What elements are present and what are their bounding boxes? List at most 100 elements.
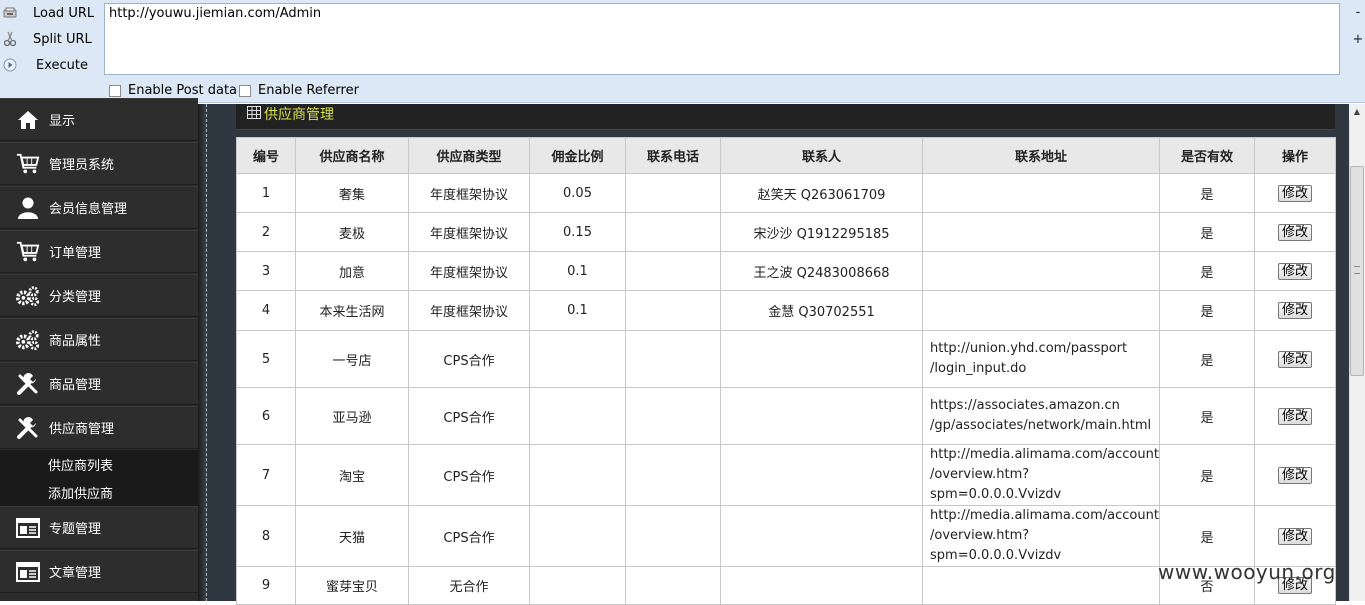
url-input[interactable]: http://youwu.jiemian.com/Admin [104,3,1340,75]
gears-icon [16,328,40,352]
cell-name: 亚马逊 [295,387,409,445]
sidebar-item-display[interactable]: 显示 [0,98,198,141]
sidebar-item-label: 会员信息管理 [49,202,128,217]
load-url-icon [3,6,17,20]
dashed-divider [206,104,208,601]
load-url-button[interactable]: Load URL [0,1,100,25]
panel-header: 供应商管理 [236,104,1335,130]
wrench-icon [16,372,40,396]
window-icon [16,516,40,540]
play-icon [3,58,17,72]
edit-button[interactable]: 修改 [1277,184,1312,202]
address-line: /gp/associates/network/main.html [930,418,1152,433]
cell-name: 蜜芽宝贝 [295,566,409,605]
cell-action: 修改 [1254,173,1336,213]
cell-rate: 0.1 [529,290,626,331]
cell-type: 年度框架协议 [408,212,530,252]
scrollbar-grip [1354,266,1360,274]
cell-action: 修改 [1254,290,1336,331]
supplier-submenu: 供应商列表 添加供应商 [0,450,198,506]
cell-id: 4 [236,290,296,331]
sidebar-item-articles[interactable]: 文章管理 [0,550,198,593]
cell-address: http://media.alimama.com/account/overvie… [922,505,1160,567]
cell-valid: 是 [1159,330,1255,388]
hackbar-toolbar: Load URL Split URL Execute http://youwu.… [0,0,1365,103]
cell-rate [529,505,626,567]
sidebar-item-products[interactable]: 商品管理 [0,362,198,405]
cell-contact [720,387,923,445]
sidebar: 显示 管理员系统 会员信息管理 订单管理 分类管理 商品属性 商品管理 供应商管… [0,98,198,601]
cell-phone [625,290,721,331]
cell-valid: 是 [1159,444,1255,506]
sidebar-item-label: 供应商管理 [49,422,115,437]
address-line: /overview.htm?spm=0.0.0.0.Vvizdv [930,467,1062,502]
column-header-valid: 是否有效 [1159,137,1255,174]
sidebar-item-attributes[interactable]: 商品属性 [0,318,198,361]
cell-action: 修改 [1254,387,1336,445]
sidebar-item-label: 商品属性 [49,334,102,349]
cell-name: 本来生活网 [295,290,409,331]
cell-rate: 0.15 [529,212,626,252]
cell-contact [720,566,923,605]
expand-button[interactable]: + [1352,32,1364,47]
scroll-up-arrow-icon[interactable]: ▲ [1349,104,1365,120]
submenu-supplier-list[interactable]: 供应商列表 [48,455,113,474]
table-row: 4 本来生活网 年度框架协议 0.1 金慧 Q30702551 是 修改 [236,290,1336,331]
checkbox-box[interactable] [239,84,251,97]
enable-referrer-label: Enable Referrer [258,83,359,98]
sidebar-item-members[interactable]: 会员信息管理 [0,186,198,229]
cell-rate [529,566,626,605]
cell-address: https://associates.amazon.cn/gp/associat… [922,387,1160,445]
cell-action: 修改 [1254,251,1336,291]
wrench-icon [16,416,40,440]
cell-address [922,212,1160,252]
cell-type: CPS合作 [408,330,530,388]
enable-post-checkbox[interactable]: Enable Post data [109,83,237,98]
edit-button[interactable]: 修改 [1277,223,1312,241]
sidebar-item-topics[interactable]: 专题管理 [0,506,198,549]
table-row: 2 麦极 年度框架协议 0.15 宋沙沙 Q1912295185 是 修改 [236,212,1336,252]
edit-button[interactable]: 修改 [1277,527,1312,545]
cell-address [922,290,1160,331]
cell-action: 修改 [1254,505,1336,567]
edit-button[interactable]: 修改 [1277,466,1312,484]
sidebar-item-label: 专题管理 [49,522,102,537]
watermark: www.wooyun.org [1158,560,1336,584]
table-row: 1 奢集 年度框架协议 0.05 赵笑天 Q263061709 是 修改 [236,173,1336,213]
cell-name: 加意 [295,251,409,291]
shrink-button[interactable]: - [1352,5,1364,20]
cell-phone [625,387,721,445]
cell-phone [625,330,721,388]
table-row: 8 天猫 CPS合作 http://media.alimama.com/account… [236,505,1336,567]
column-header-rate: 佣金比例 [529,137,626,174]
checkbox-box[interactable] [109,84,121,97]
cell-rate [529,444,626,506]
execute-button[interactable]: Execute [0,53,100,77]
cell-id: 9 [236,566,296,605]
sidebar-item-label: 订单管理 [49,246,102,261]
edit-button[interactable]: 修改 [1277,350,1312,368]
cell-phone [625,444,721,506]
edit-button[interactable]: 修改 [1277,262,1312,280]
cell-contact: 赵笑天 Q263061709 [720,173,923,213]
cart-icon [16,152,40,176]
edit-button[interactable]: 修改 [1277,407,1312,425]
edit-button[interactable]: 修改 [1277,302,1312,319]
cell-name: 淘宝 [295,444,409,506]
enable-referrer-checkbox[interactable]: Enable Referrer [239,83,359,98]
column-header-id: 编号 [236,137,296,174]
sidebar-item-orders[interactable]: 订单管理 [0,230,198,273]
sidebar-item-categories[interactable]: 分类管理 [0,274,198,317]
cell-valid: 是 [1159,173,1255,213]
sidebar-item-suppliers[interactable]: 供应商管理 [0,406,198,449]
cell-address: http://media.alimama.com/account/overvie… [922,444,1160,506]
supplier-table: 编号 供应商名称 供应商类型 佣金比例 联系电话 联系人 联系地址 是否有效 操… [236,137,1336,605]
scissors-icon [3,31,17,47]
cell-address [922,566,1160,605]
sidebar-item-admin-system[interactable]: 管理员系统 [0,142,198,185]
split-url-button[interactable]: Split URL [0,27,100,51]
split-url-label: Split URL [33,31,92,47]
submenu-add-supplier[interactable]: 添加供应商 [48,483,113,502]
sidebar-divider [198,104,206,601]
cell-contact: 宋沙沙 Q1912295185 [720,212,923,252]
